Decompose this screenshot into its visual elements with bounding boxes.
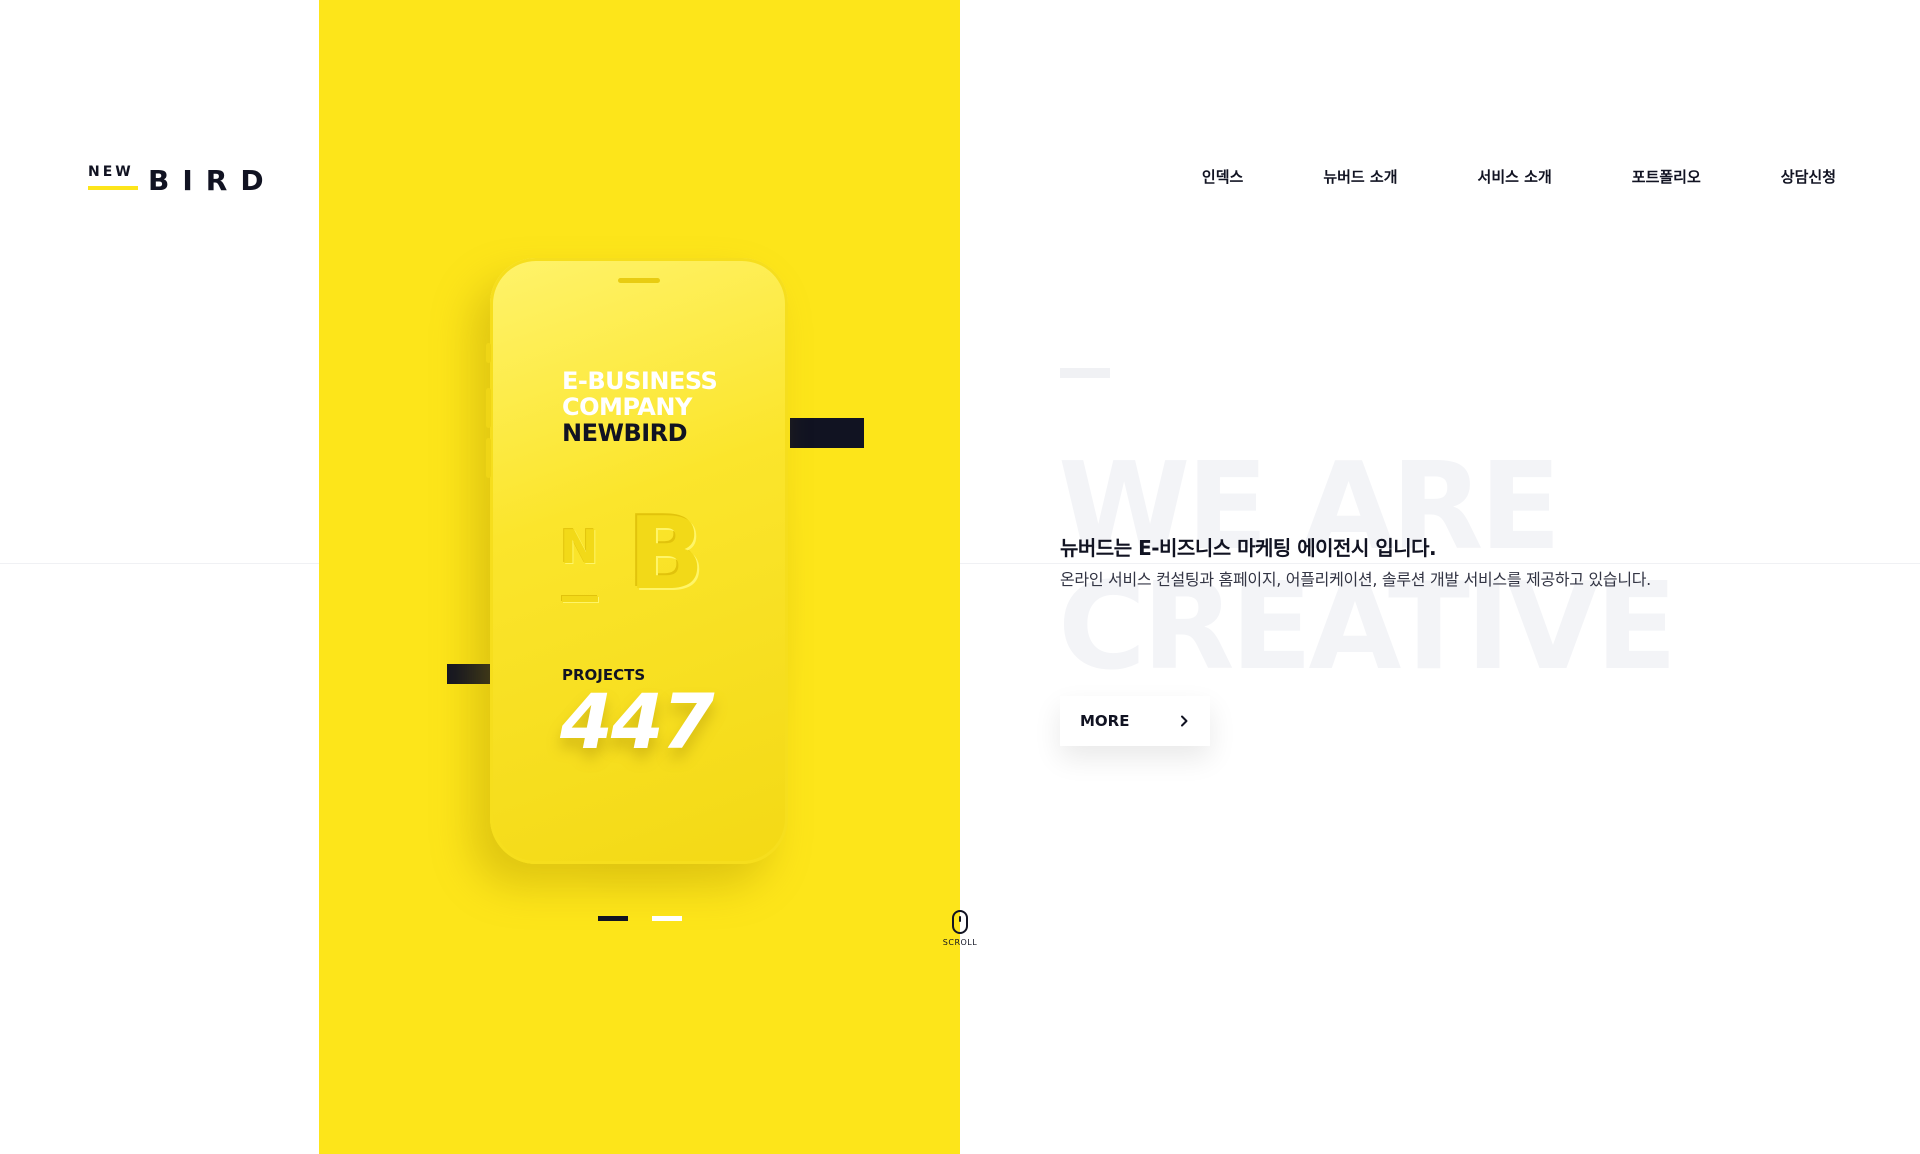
phone-side-button xyxy=(486,388,491,428)
nav-item-label: 뉴버드 소개 xyxy=(1323,168,1398,186)
phone-side-button xyxy=(486,343,491,363)
slider-pagination xyxy=(598,916,706,921)
nav-item-about[interactable]: 뉴버드 소개 xyxy=(1323,166,1397,187)
nav-item-consult[interactable]: 상담신청 xyxy=(1781,166,1836,187)
monogram-dash xyxy=(562,596,598,602)
nav-item-label: 포트폴리오 xyxy=(1631,168,1701,186)
logo-small-text: NEW xyxy=(88,164,134,180)
page: NEW BIRD 인덱스 뉴버드 소개 서비스 소개 포트폴리오 상담신청 E-… xyxy=(0,0,1920,1154)
phone-side-button xyxy=(486,438,491,478)
phone-mockup: E-BUSINESS COMPANY NEWBIRD N B PROJECTS … xyxy=(486,258,788,864)
nav-item-label: 상담신청 xyxy=(1780,168,1836,186)
projects-count: 447 xyxy=(560,677,715,766)
phone-title: E-BUSINESS COMPANY NEWBIRD xyxy=(562,367,718,447)
embossed-logo-icon: N B xyxy=(560,504,730,610)
main-nav: 인덱스 뉴버드 소개 서비스 소개 포트폴리오 상담신청 xyxy=(1197,166,1836,188)
more-button[interactable]: MORE xyxy=(1060,696,1210,746)
accent-bar xyxy=(1060,368,1110,378)
slider-dot-1[interactable] xyxy=(598,916,628,921)
nav-item-services[interactable]: 서비스 소개 xyxy=(1478,166,1552,187)
hero-headline: 뉴버드는 E-비즈니스 마케팅 에이전시 입니다. xyxy=(1060,536,1437,560)
logo-underline xyxy=(88,186,138,190)
nav-item-portfolio[interactable]: 포트폴리오 xyxy=(1632,166,1701,187)
monogram-b: B xyxy=(628,495,705,612)
phone-title-line1: E-BUSINESS xyxy=(562,367,718,395)
phone-title-line3: NEWBIRD xyxy=(562,419,688,447)
hero-subline: 온라인 서비스 컨설팅과 홈페이지, 어플리케이션, 솔루션 개발 서비스를 제… xyxy=(1060,570,1651,589)
more-button-label: MORE xyxy=(1080,712,1130,730)
nav-item-index[interactable]: 인덱스 xyxy=(1197,166,1248,188)
chevron-right-icon xyxy=(1181,715,1188,727)
phone-title-line2: COMPANY xyxy=(562,393,692,421)
scroll-indicator[interactable]: SCROLL xyxy=(940,910,980,947)
phone-speaker xyxy=(618,278,660,283)
logo-large-text: BIRD xyxy=(148,164,277,197)
logo[interactable]: NEW BIRD xyxy=(88,164,264,198)
slider-dot-2[interactable] xyxy=(652,916,682,921)
scroll-label: SCROLL xyxy=(942,938,978,947)
nav-item-label: 서비스 소개 xyxy=(1477,168,1552,186)
monogram-n: N xyxy=(560,520,599,574)
mouse-icon xyxy=(952,910,968,934)
nav-item-label: 인덱스 xyxy=(1201,168,1244,186)
